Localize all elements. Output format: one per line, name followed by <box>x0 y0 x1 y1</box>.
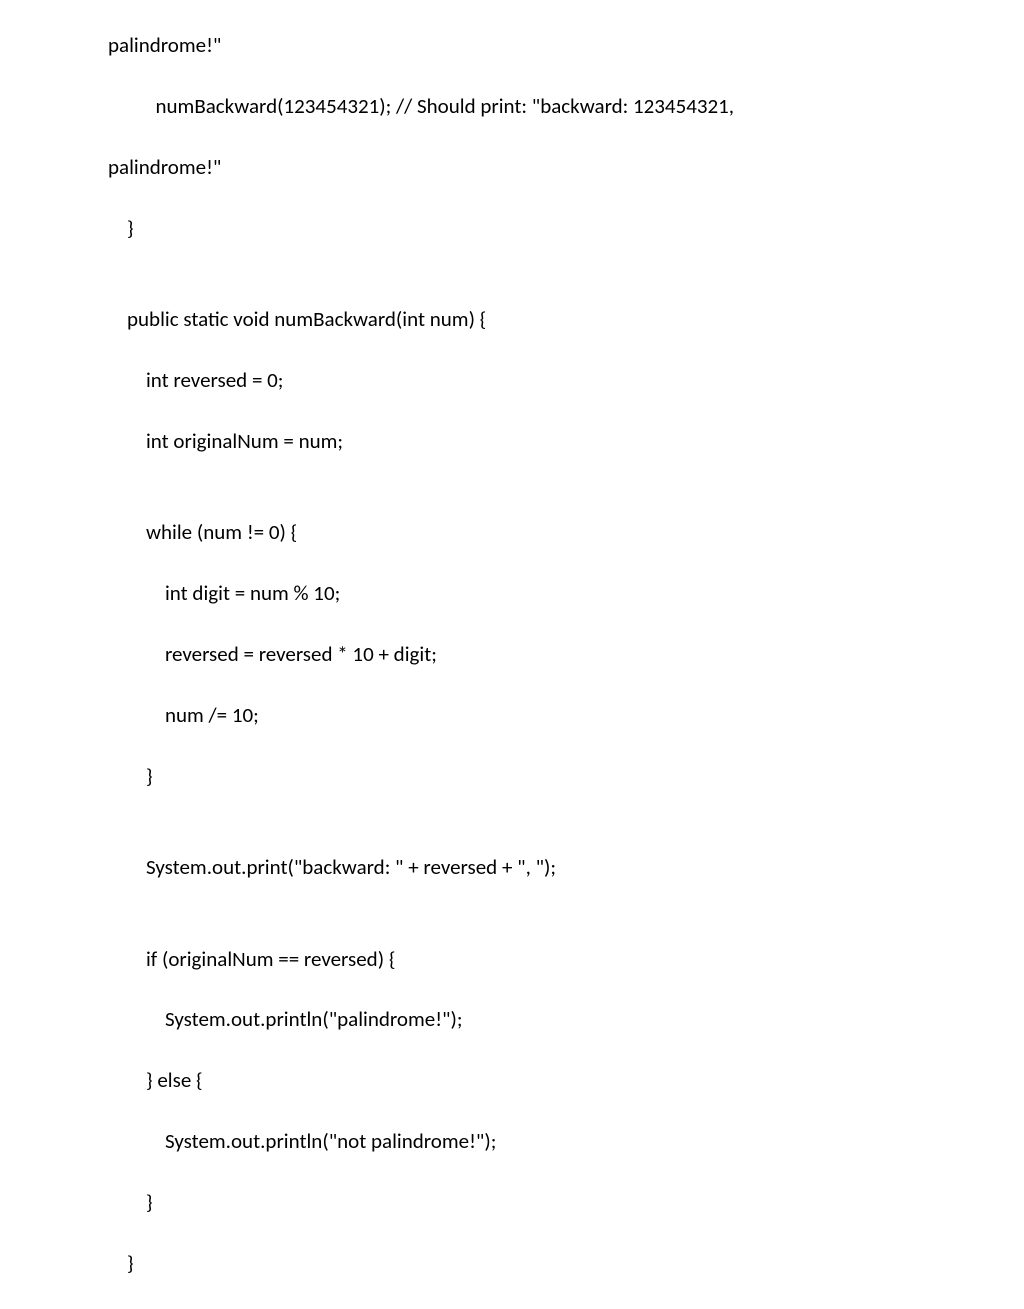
code-line: System.out.print("backward: " + reversed… <box>108 852 1024 882</box>
code-line: palindrome!" <box>108 152 1024 182</box>
code-line: } <box>108 761 1024 791</box>
code-line: reversed = reversed * 10 + digit; <box>108 639 1024 669</box>
code-line: palindrome!" <box>108 30 1024 60</box>
code-line: numBackward(123454321); // Should print:… <box>108 91 1024 121</box>
code-line: int originalNum = num; <box>108 426 1024 456</box>
code-line: public static void numBackward(int num) … <box>108 304 1024 334</box>
code-line: } <box>108 1187 1024 1217</box>
code-line: int reversed = 0; <box>108 365 1024 395</box>
code-line: System.out.println("not palindrome!"); <box>108 1126 1024 1156</box>
code-snippet: palindrome!" numBackward(123454321); // … <box>0 0 1024 1309</box>
code-line: System.out.println("palindrome!"); <box>108 1004 1024 1034</box>
code-line: } <box>108 1248 1024 1278</box>
code-line: num /= 10; <box>108 700 1024 730</box>
code-line: } else { <box>108 1065 1024 1095</box>
code-line: while (num != 0) { <box>108 517 1024 547</box>
code-line: int digit = num % 10; <box>108 578 1024 608</box>
code-line: } <box>108 213 1024 243</box>
code-line: if (originalNum == reversed) { <box>108 944 1024 974</box>
